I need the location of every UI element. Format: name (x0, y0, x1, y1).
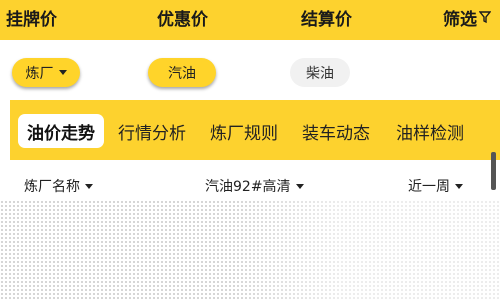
category-tab-bar: 油价走势 行情分析 炼厂规则 装车动态 油样检测 (10, 100, 500, 160)
tab-refinery-rules-label: 炼厂规则 (210, 123, 278, 144)
product-column-header[interactable]: 汽油92#高清 (205, 176, 304, 196)
period-header-label: 近一周 (408, 179, 450, 195)
scrollbar[interactable] (491, 152, 496, 190)
gasoline-chip[interactable]: 汽油 (148, 58, 216, 87)
tab-discount-price[interactable]: 优惠价 (157, 0, 208, 34)
refinery-chip-label: 炼厂 (25, 65, 54, 82)
chevron-down-icon (455, 183, 463, 189)
period-column-header[interactable]: 近一周 (408, 176, 463, 196)
tab-discount-price-label: 优惠价 (157, 9, 208, 30)
diesel-chip[interactable]: 柴油 (290, 58, 350, 87)
chevron-down-icon (58, 70, 67, 75)
tab-loading-status[interactable]: 装车动态 (302, 114, 370, 148)
filter-chip-row: 炼厂 汽油 柴油 (0, 40, 500, 100)
chevron-down-icon (85, 183, 93, 189)
diesel-chip-label: 柴油 (306, 65, 334, 82)
tab-oil-sample-test[interactable]: 油样检测 (396, 114, 464, 148)
tab-market-analysis-label: 行情分析 (118, 123, 186, 144)
refinery-name-column-header[interactable]: 炼厂名称 (24, 176, 93, 196)
tab-listed-price[interactable]: 挂牌价 (6, 0, 57, 34)
refinery-name-header-label: 炼厂名称 (24, 179, 80, 195)
tab-loading-status-label: 装车动态 (302, 123, 370, 144)
product-header-label: 汽油92#高清 (205, 179, 291, 195)
tab-price-trend-label: 油价走势 (27, 123, 95, 144)
tab-settlement-price-label: 结算价 (301, 9, 352, 30)
filter-icon (479, 10, 491, 24)
tab-price-trend[interactable]: 油价走势 (18, 114, 104, 148)
tab-oil-sample-test-label: 油样检测 (396, 123, 464, 144)
tab-listed-price-label: 挂牌价 (6, 9, 57, 30)
gasoline-chip-label: 汽油 (168, 65, 196, 82)
filter-label: 筛选 (443, 9, 477, 30)
refinery-chip[interactable]: 炼厂 (12, 58, 80, 87)
top-tab-bar: 挂牌价 优惠价 结算价 筛选 (0, 0, 500, 40)
tab-settlement-price[interactable]: 结算价 (301, 0, 352, 34)
loading-placeholder-area (0, 200, 500, 300)
filter-button[interactable]: 筛选 (443, 0, 491, 34)
tab-refinery-rules[interactable]: 炼厂规则 (210, 114, 278, 148)
chevron-down-icon (295, 183, 304, 189)
tab-market-analysis[interactable]: 行情分析 (118, 114, 186, 148)
